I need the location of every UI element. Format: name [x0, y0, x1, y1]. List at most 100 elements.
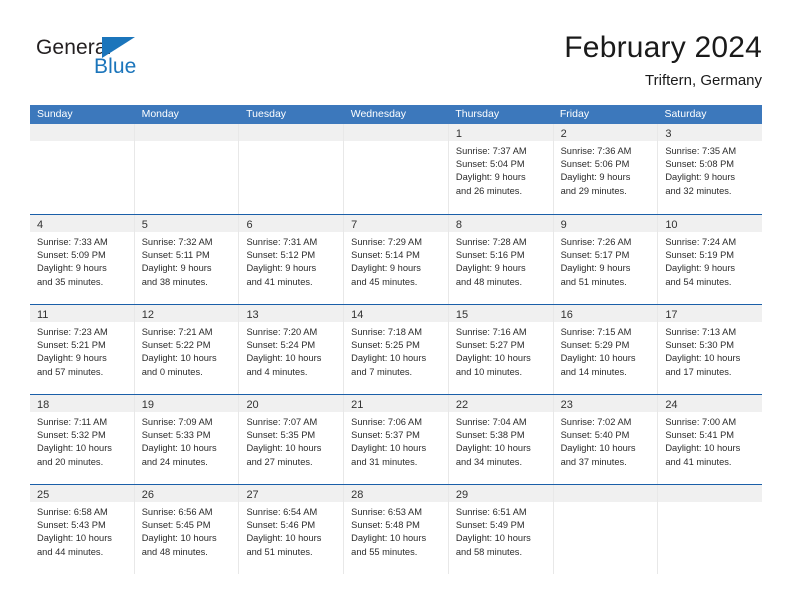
calendar-day-cell[interactable]: 14 Sunrise: 7:18 AM Sunset: 5:25 PM Dayligh… [344, 305, 449, 394]
calendar-day-cell[interactable]: 20 Sunrise: 7:07 AM Sunset: 5:35 PM Dayligh… [239, 395, 345, 484]
day-number-band: 18 [30, 395, 134, 412]
day-sun-info [658, 502, 762, 506]
daylight-text-line2: and 0 minutes. [141, 366, 203, 377]
sunrise-text: Sunrise: 7:23 AM [37, 327, 108, 337]
sunset-text: Sunset: 5:09 PM [37, 250, 106, 261]
daylight-text-line2: and 48 minutes. [455, 276, 523, 287]
calendar-day-cell[interactable]: 2 Sunrise: 7:36 AM Sunset: 5:06 PM Daylight… [553, 124, 659, 214]
sunrise-text: Sunrise: 7:18 AM [351, 327, 422, 337]
daylight-text-line1: Daylight: 10 hours [665, 353, 741, 364]
day-sun-info: Sunrise: 7:36 AM Sunset: 5:06 PM Daylight:… [554, 141, 658, 198]
day-sun-info: Sunrise: 6:53 AM Sunset: 5:48 PM Daylight:… [344, 502, 448, 559]
day-number-band: 24 [658, 395, 763, 412]
day-sun-info: Sunrise: 7:35 AM Sunset: 5:08 PM Daylight:… [658, 141, 762, 198]
calendar-day-cell[interactable]: 1 Sunrise: 7:37 AM Sunset: 5:04 PM Daylight… [448, 124, 554, 214]
day-number: 23 [560, 399, 573, 411]
day-sun-info: Sunrise: 7:32 AM Sunset: 5:11 PM Daylight:… [135, 232, 239, 289]
day-number: 25 [37, 489, 50, 501]
day-sun-info [30, 141, 134, 145]
calendar-day-cell[interactable]: 10 Sunrise: 7:24 AM Sunset: 5:19 PM Dayligh… [658, 215, 763, 304]
calendar-day-cell[interactable]: 12 Sunrise: 7:21 AM Sunset: 5:22 PM Dayligh… [134, 305, 240, 394]
calendar-day-cell[interactable]: 11 Sunrise: 7:23 AM Sunset: 5:21 PM Dayligh… [30, 305, 135, 394]
daylight-text-line1: Daylight: 10 hours [246, 353, 322, 364]
calendar-day-cell[interactable]: 16 Sunrise: 7:15 AM Sunset: 5:29 PM Dayligh… [553, 305, 659, 394]
day-sun-info: Sunrise: 7:06 AM Sunset: 5:37 PM Daylight:… [344, 412, 448, 469]
calendar-day-cell[interactable]: 3 Sunrise: 7:35 AM Sunset: 5:08 PM Daylight… [658, 124, 763, 214]
page-header: General Blue February 2024 Triftern, Ger… [30, 30, 762, 98]
daylight-text-line1: Daylight: 10 hours [141, 443, 217, 454]
day-number: 5 [141, 219, 148, 231]
daylight-text-line1: Daylight: 9 hours [560, 263, 631, 274]
calendar-day-cell[interactable]: 15 Sunrise: 7:16 AM Sunset: 5:27 PM Dayligh… [448, 305, 554, 394]
calendar-day-cell[interactable]: 27 Sunrise: 6:54 AM Sunset: 5:46 PM Dayligh… [239, 485, 345, 574]
calendar-day-cell[interactable]: 19 Sunrise: 7:09 AM Sunset: 5:33 PM Dayligh… [134, 395, 240, 484]
day-number: 12 [141, 309, 154, 321]
daylight-text-line1: Daylight: 9 hours [37, 353, 107, 364]
day-sun-info: Sunrise: 7:26 AM Sunset: 5:17 PM Daylight:… [554, 232, 658, 289]
daylight-text-line1: Daylight: 10 hours [141, 533, 217, 544]
sunrise-text: Sunrise: 7:28 AM [455, 237, 527, 247]
calendar-day-cell[interactable]: 28 Sunrise: 6:53 AM Sunset: 5:48 PM Dayligh… [344, 485, 449, 574]
calendar-empty-cell [658, 485, 763, 574]
calendar-day-cell[interactable]: 26 Sunrise: 6:56 AM Sunset: 5:45 PM Dayligh… [134, 485, 240, 574]
day-sun-info: Sunrise: 6:54 AM Sunset: 5:46 PM Daylight:… [239, 502, 343, 559]
weekday-header-saturday: Saturday [664, 108, 707, 120]
day-number-band: 11 [30, 305, 134, 322]
calendar-day-cell[interactable]: 7 Sunrise: 7:29 AM Sunset: 5:14 PM Daylight… [344, 215, 449, 304]
page-subtitle: Triftern, Germany [645, 72, 762, 89]
day-number-band: 5 [134, 215, 239, 232]
day-sun-info: Sunrise: 7:13 AM Sunset: 5:30 PM Daylight:… [658, 322, 762, 379]
day-number: 10 [665, 219, 678, 231]
calendar-day-cell[interactable]: 22 Sunrise: 7:04 AM Sunset: 5:38 PM Dayligh… [448, 395, 554, 484]
day-number-band: 9 [553, 215, 658, 232]
day-sun-info: Sunrise: 7:09 AM Sunset: 5:33 PM Daylight:… [135, 412, 239, 469]
calendar-day-cell[interactable]: 6 Sunrise: 7:31 AM Sunset: 5:12 PM Daylight… [239, 215, 345, 304]
sunrise-text: Sunrise: 7:16 AM [455, 327, 527, 337]
day-number: 28 [351, 489, 364, 501]
calendar-day-cell[interactable]: 18 Sunrise: 7:11 AM Sunset: 5:32 PM Dayligh… [30, 395, 135, 484]
day-number: 13 [246, 309, 259, 321]
day-number-band [134, 124, 239, 141]
daylight-text-line2: and 57 minutes. [37, 366, 104, 377]
calendar-day-cell[interactable]: 29 Sunrise: 6:51 AM Sunset: 5:49 PM Dayligh… [448, 485, 554, 574]
day-number-band: 7 [344, 215, 448, 232]
daylight-text-line2: and 41 minutes. [246, 276, 313, 287]
sunset-text: Sunset: 5:41 PM [665, 430, 735, 441]
day-number: 19 [141, 399, 154, 411]
sunset-text: Sunset: 5:24 PM [246, 340, 316, 351]
calendar-day-cell[interactable]: 24 Sunrise: 7:00 AM Sunset: 5:41 PM Dayligh… [658, 395, 763, 484]
daylight-text-line2: and 55 minutes. [351, 546, 418, 557]
calendar-day-cell[interactable]: 9 Sunrise: 7:26 AM Sunset: 5:17 PM Daylight… [553, 215, 659, 304]
calendar-day-cell[interactable]: 13 Sunrise: 7:20 AM Sunset: 5:24 PM Dayligh… [239, 305, 345, 394]
sunrise-text: Sunrise: 7:02 AM [560, 417, 632, 427]
sunrise-text: Sunrise: 6:56 AM [141, 507, 213, 517]
day-number: 4 [37, 219, 44, 231]
daylight-text-line1: Daylight: 9 hours [246, 263, 317, 274]
day-sun-info: Sunrise: 7:24 AM Sunset: 5:19 PM Daylight:… [658, 232, 762, 289]
daylight-text-line1: Daylight: 9 hours [455, 263, 526, 274]
weekday-header-tuesday: Tuesday [246, 108, 287, 120]
calendar-day-cell[interactable]: 21 Sunrise: 7:06 AM Sunset: 5:37 PM Dayligh… [344, 395, 449, 484]
calendar-day-cell[interactable]: 4 Sunrise: 7:33 AM Sunset: 5:09 PM Daylight… [30, 215, 135, 304]
day-sun-info: Sunrise: 7:28 AM Sunset: 5:16 PM Daylight:… [449, 232, 553, 289]
calendar-day-cell[interactable]: 17 Sunrise: 7:13 AM Sunset: 5:30 PM Dayligh… [658, 305, 763, 394]
calendar-day-cell[interactable]: 25 Sunrise: 6:58 AM Sunset: 5:43 PM Dayligh… [30, 485, 135, 574]
sunrise-text: Sunrise: 6:51 AM [455, 507, 527, 517]
day-number: 27 [246, 489, 259, 501]
daylight-text-line2: and 32 minutes. [665, 185, 732, 196]
calendar-day-cell[interactable]: 5 Sunrise: 7:32 AM Sunset: 5:11 PM Daylight… [134, 215, 240, 304]
calendar-day-cell[interactable]: 23 Sunrise: 7:02 AM Sunset: 5:40 PM Dayligh… [553, 395, 659, 484]
daylight-text-line2: and 37 minutes. [560, 456, 627, 467]
title-block: February 2024 Triftern, Germany [564, 30, 762, 92]
sunrise-text: Sunrise: 7:04 AM [455, 417, 527, 427]
day-number: 24 [665, 399, 678, 411]
sunset-text: Sunset: 5:04 PM [455, 159, 525, 170]
day-number: 16 [560, 309, 573, 321]
sunset-text: Sunset: 5:08 PM [665, 159, 735, 170]
calendar-day-cell[interactable]: 8 Sunrise: 7:28 AM Sunset: 5:16 PM Daylight… [448, 215, 554, 304]
daylight-text-line1: Daylight: 10 hours [246, 533, 322, 544]
sunset-text: Sunset: 5:12 PM [246, 250, 316, 261]
day-number-band: 15 [448, 305, 553, 322]
day-number-band: 25 [30, 485, 134, 502]
daylight-text-line1: Daylight: 10 hours [665, 443, 741, 454]
